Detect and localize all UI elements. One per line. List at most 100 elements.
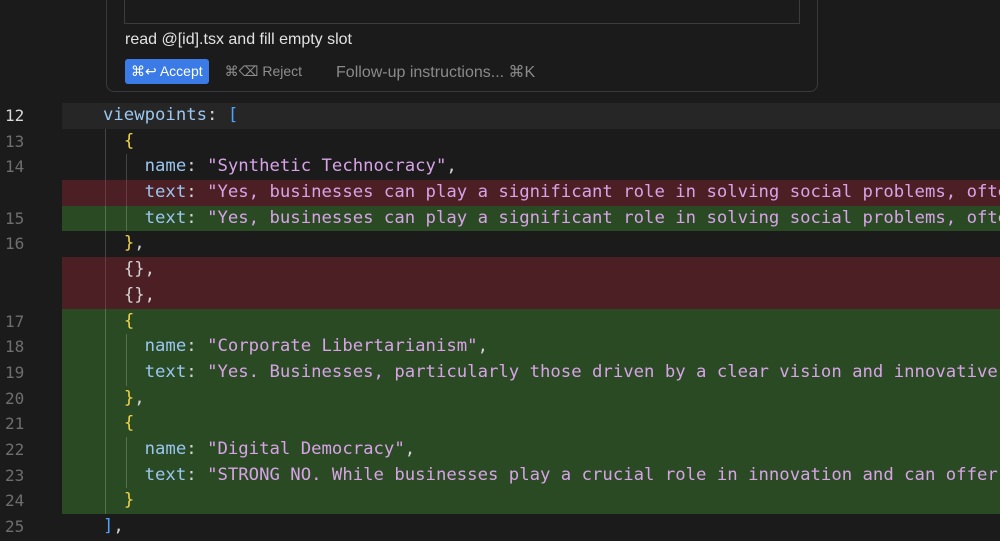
code-token: : [186, 464, 208, 485]
deleted-line[interactable]: text: "Yes, businesses can play a signif… [0, 180, 1000, 206]
code-token: "Corporate Libertarianism" [207, 336, 478, 357]
line-number: 24 [5, 491, 25, 511]
line-number: 18 [5, 337, 25, 357]
line-number: 22 [5, 439, 25, 459]
code-token: } [123, 233, 135, 254]
line-number: 16 [5, 234, 25, 254]
followup-input[interactable]: Follow-up instructions... ⌘K [336, 62, 535, 82]
line-number: 17 [5, 311, 25, 331]
added-line[interactable]: 17 { [0, 308, 1000, 335]
line-number: 19 [5, 362, 25, 382]
code-token: { [123, 130, 135, 151]
indent-guide [125, 205, 127, 232]
line-number: 14 [5, 157, 25, 177]
code-token: , [446, 156, 457, 177]
indent-guide [105, 154, 106, 181]
indent-guide [105, 462, 106, 489]
code-token: name [144, 438, 187, 459]
code-token: [ [227, 105, 239, 125]
code-token: viewpoints [103, 105, 208, 125]
line-number: 15 [5, 208, 25, 228]
line-code: text: "Yes, businesses can play a signif… [62, 205, 1000, 232]
line-number [0, 180, 62, 206]
code-token: text [144, 464, 187, 485]
indent-guide [105, 488, 106, 514]
line-number [0, 283, 62, 309]
deleted-line[interactable]: {}, [0, 257, 1000, 283]
line-code: text: "Yes. Businesses, particularly tho… [62, 359, 1000, 386]
indent-guide [105, 180, 106, 206]
line-number: 12 [5, 106, 25, 125]
code-token: : [186, 156, 208, 177]
indent-guide [105, 308, 106, 335]
added-line[interactable]: 19 text: "Yes. Businesses, particularly … [0, 359, 1000, 386]
code-editor[interactable]: 12 viewpoints: [13 {14 name: "Synthetic T… [0, 103, 1000, 540]
code-token: } [123, 490, 135, 511]
indent-guide [105, 334, 106, 360]
code-token: text [144, 182, 187, 203]
added-line[interactable]: 15 text: "Yes, businesses can play a sig… [0, 205, 1000, 232]
line-code: { [62, 308, 1000, 335]
indent-guide [105, 128, 106, 155]
added-line[interactable]: 23 text: "STRONG NO. While businesses pl… [0, 462, 1000, 489]
indent-guide [125, 154, 127, 181]
deleted-line[interactable]: {}, [0, 282, 1000, 309]
code-token: name [144, 336, 187, 357]
line-number: 13 [5, 131, 25, 151]
line-code: }, [62, 385, 1000, 412]
prompt-input-area[interactable] [124, 0, 800, 24]
code-token: text [144, 207, 187, 228]
code-line[interactable]: 25], [0, 514, 1000, 540]
code-token: "Yes, businesses can play a significant … [207, 207, 1000, 228]
line-code: } [62, 488, 1000, 514]
code-token: : [186, 438, 208, 459]
code-token: "Yes, businesses can play a significant … [207, 182, 1000, 203]
code-line[interactable]: 14 name: "Synthetic Technocracy", [0, 154, 1000, 181]
code-token: { [123, 310, 135, 331]
indent-guide [105, 436, 106, 463]
indent-guide [125, 359, 127, 386]
code-line[interactable]: 16 }, [0, 231, 1000, 258]
added-line[interactable]: 24 } [0, 488, 1000, 514]
accept-label: ⌘↩ Accept [131, 63, 203, 79]
indent-guide [105, 385, 106, 412]
line-code: text: "STRONG NO. While businesses play … [62, 462, 1000, 489]
code-line[interactable]: 12 viewpoints: [ [0, 103, 1000, 129]
code-token: : [186, 336, 208, 357]
code-token: : [186, 182, 208, 203]
added-line[interactable]: 22 name: "Digital Democracy", [0, 436, 1000, 463]
code-token: { [123, 413, 135, 434]
added-line[interactable]: 21 { [0, 411, 1000, 437]
code-token: : [186, 207, 208, 228]
line-code: {}, [62, 257, 1000, 283]
code-token: {}, [123, 284, 156, 305]
indent-guide [105, 231, 106, 258]
indent-guide [125, 462, 127, 489]
code-line[interactable]: 13 { [0, 128, 1000, 155]
indent-guide [125, 180, 127, 206]
inline-edit-prompt: read @[id].tsx and fill empty slot ⌘↩ Ac… [106, 0, 818, 92]
code-token: , [477, 336, 488, 357]
accept-button[interactable]: ⌘↩ Accept [125, 59, 209, 84]
added-line[interactable]: 20 }, [0, 385, 1000, 412]
code-token: "Digital Democracy" [207, 438, 405, 459]
reject-label: ⌘⌫ Reject [224, 63, 303, 79]
line-code: name: "Corporate Libertarianism", [62, 334, 1000, 360]
indent-guide [105, 257, 106, 283]
indent-guide [105, 205, 106, 232]
added-line[interactable]: 18 name: "Corporate Libertarianism", [0, 334, 1000, 360]
line-number: 23 [5, 465, 25, 485]
reject-button[interactable]: ⌘⌫ Reject [225, 63, 302, 80]
